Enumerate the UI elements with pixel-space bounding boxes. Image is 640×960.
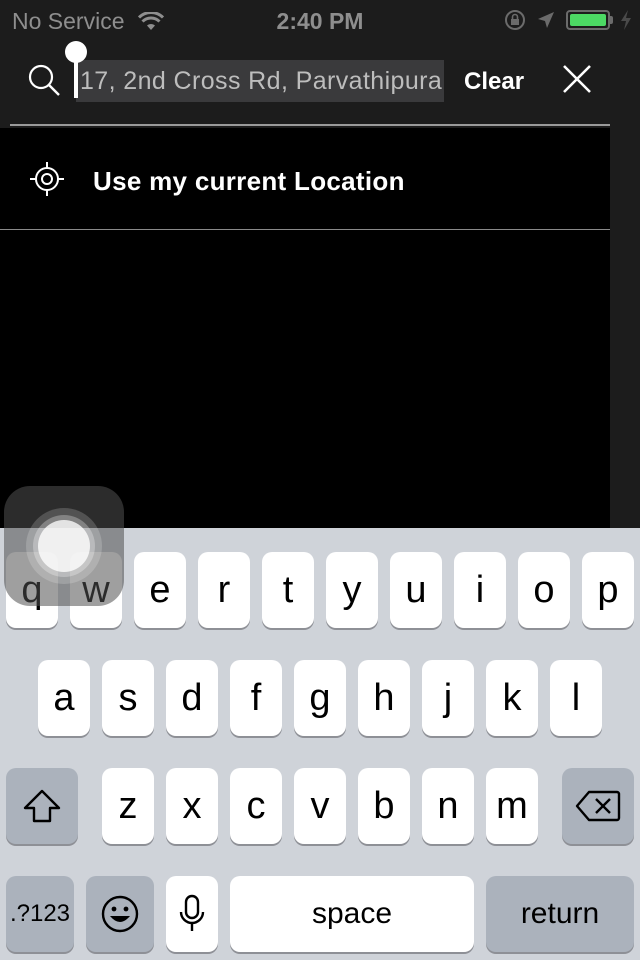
key-s[interactable]: s <box>102 660 154 736</box>
key-t[interactable]: t <box>262 552 314 628</box>
shift-icon <box>23 789 61 823</box>
microphone-icon <box>179 894 205 931</box>
key-c[interactable]: c <box>230 768 282 844</box>
close-icon[interactable] <box>562 64 592 94</box>
key-l[interactable]: l <box>550 660 602 736</box>
text-cursor[interactable] <box>74 60 78 98</box>
backspace-icon <box>575 790 621 822</box>
emoji-key[interactable] <box>86 876 154 952</box>
dictation-key[interactable] <box>166 876 218 952</box>
key-f[interactable]: f <box>230 660 282 736</box>
key-o[interactable]: o <box>518 552 570 628</box>
key-a[interactable]: a <box>38 660 90 736</box>
delete-key[interactable] <box>562 768 634 844</box>
current-location-label: Use my current Location <box>93 166 405 196</box>
key-z[interactable]: z <box>102 768 154 844</box>
rotation-lock-icon <box>505 10 525 30</box>
shift-key[interactable] <box>6 768 78 844</box>
key-d[interactable]: d <box>166 660 218 736</box>
search-header: Clear <box>0 40 640 128</box>
key-j[interactable]: j <box>422 660 474 736</box>
key-x[interactable]: x <box>166 768 218 844</box>
key-v[interactable]: v <box>294 768 346 844</box>
key-u[interactable]: u <box>390 552 442 628</box>
search-field[interactable] <box>76 60 444 102</box>
space-key[interactable]: space <box>230 876 474 952</box>
charging-bolt-icon <box>621 10 631 30</box>
key-r[interactable]: r <box>198 552 250 628</box>
selection-handle[interactable] <box>65 41 87 63</box>
key-n[interactable]: n <box>422 768 474 844</box>
numbers-key[interactable]: .?123 <box>6 876 74 952</box>
key-b[interactable]: b <box>358 768 410 844</box>
crosshair-icon <box>30 162 64 196</box>
key-y[interactable]: y <box>326 552 378 628</box>
key-m[interactable]: m <box>486 768 538 844</box>
key-e[interactable]: e <box>134 552 186 628</box>
key-i[interactable]: i <box>454 552 506 628</box>
search-icon <box>28 64 60 96</box>
results-list: Use my current Location <box>0 130 610 530</box>
current-location-item[interactable]: Use my current Location <box>0 130 610 230</box>
search-divider <box>10 124 610 126</box>
emoji-icon <box>101 895 139 933</box>
battery-icon <box>566 10 613 30</box>
assistive-touch-button[interactable] <box>4 486 124 606</box>
key-g[interactable]: g <box>294 660 346 736</box>
assistive-touch-ring-inner <box>38 520 90 572</box>
key-h[interactable]: h <box>358 660 410 736</box>
key-k[interactable]: k <box>486 660 538 736</box>
clear-button[interactable]: Clear <box>464 68 524 96</box>
status-bar: No Service 2:40 PM <box>0 0 640 40</box>
status-right <box>504 9 632 31</box>
key-p[interactable]: p <box>582 552 634 628</box>
return-key[interactable]: return <box>486 876 634 952</box>
search-input[interactable] <box>76 60 444 102</box>
list-edge <box>610 128 640 530</box>
location-arrow-icon <box>538 12 554 28</box>
